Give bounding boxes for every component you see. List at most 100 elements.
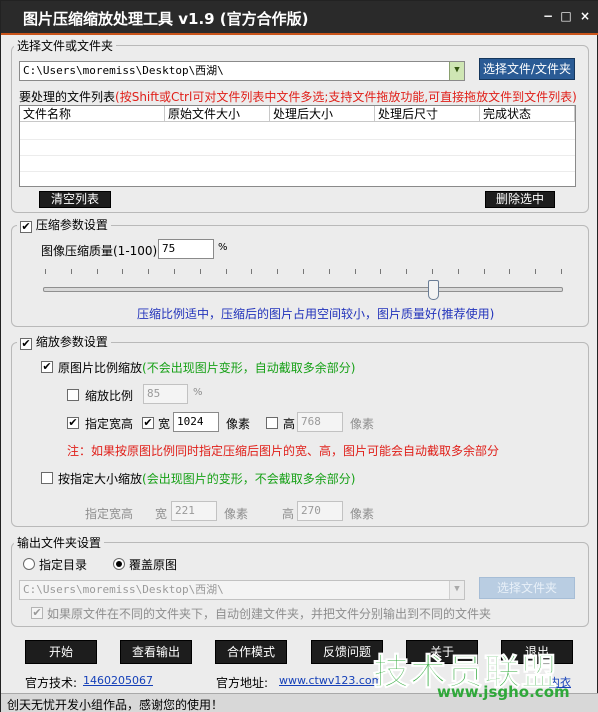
window-title: 图片压缩缩放处理工具 v1.9 (官方合作版) [23,10,309,28]
fixed-size-checkbox[interactable] [41,472,53,484]
slider-tick [380,269,382,274]
slider-tick [277,269,279,274]
col-status[interactable]: 完成状态 [480,106,575,122]
chevron-down-icon[interactable]: ▼ [449,62,464,80]
browse-files-button[interactable]: 选择文件/文件夹 [479,58,575,80]
file-list-label: 要处理的文件列表(按Shift或Ctrl可对文件列表中文件多选;支持文件拖放功能… [19,88,577,105]
scaling-enable-checkbox[interactable]: ✔ [20,338,32,350]
compression-title-wrap: ✔ 压缩参数设置 [17,216,111,233]
output-dir-label: 指定目录 [39,558,88,572]
title-bar[interactable]: 图片压缩缩放处理工具 v1.9 (官方合作版) − □ × [1,1,598,35]
slider-tick [535,269,537,274]
slider-tick [199,269,201,274]
maximize-icon[interactable]: □ [559,9,573,23]
scaling-warning: 注：如果按原图比例同时指定压缩后图片的宽、高，图片可能会自动截取多余部分 [67,444,500,458]
slider-tick [328,269,330,274]
fixed-size-label: 按指定大小缩放 [58,472,143,486]
slider-tick [251,269,253,274]
delete-selected-button[interactable]: 删除选中 [485,191,555,208]
ratio-label: 缩放比例 [85,389,134,403]
fixed-width-unit: 像素 [224,507,249,521]
col-original-size[interactable]: 原始文件大小 [165,106,270,122]
status-text: 创天无忧开发小组作品，感谢您的使用！ [7,698,224,712]
overwrite-label: 覆盖原图 [129,558,178,572]
app-window: 图片压缩缩放处理工具 v1.9 (官方合作版) − □ × 选择文件或文件夹 C… [0,0,598,712]
slider-tick [483,269,485,274]
col-processed-dimensions[interactable]: 处理后尺寸 [375,106,480,122]
fixed-size-note: (会出现图片的变形，不会截取多余部分) [142,472,356,486]
tech-support-link[interactable]: 1460205067 [83,674,153,687]
slider-tick [303,269,304,274]
view-output-button[interactable]: 查看输出 [120,640,192,664]
specify-size-checkbox[interactable]: ✔ [67,417,79,429]
quality-slider-thumb[interactable] [428,280,439,300]
source-path-value: C:\Users\moremiss\Desktop\西湖\ [23,64,224,77]
subfolder-checkbox[interactable]: ✔ [31,607,43,619]
compression-title: 压缩参数设置 [35,218,108,232]
width-input[interactable]: 1024 [173,412,219,432]
cooperation-mode-button[interactable]: 合作模式 [215,640,287,664]
width-checkbox[interactable]: ✔ [142,417,154,429]
slider-tick [96,269,98,274]
chevron-down-icon[interactable]: ▼ [449,581,464,599]
close-icon[interactable]: × [578,9,592,23]
file-select-title: 选择文件或文件夹 [14,37,117,54]
fixed-width-label: 宽 [155,507,168,521]
source-path-combo[interactable]: C:\Users\moremiss\Desktop\西湖\ ▼ [19,61,465,81]
quality-input[interactable]: 75 [158,239,214,259]
proportional-checkbox[interactable]: ✔ [41,361,53,373]
scaling-title: 缩放参数设置 [35,335,108,349]
output-dir-radio[interactable] [23,558,35,570]
minimize-icon[interactable]: − [541,9,555,23]
output-path-value: C:\Users\moremiss\Desktop\西湖\ [23,583,224,596]
fixed-specify-label: 指定宽高 [85,507,134,521]
width-label: 宽 [158,417,171,431]
watermark-url: www.jsgho.com [437,683,570,701]
ratio-checkbox[interactable] [67,389,79,401]
fixed-width-input[interactable]: 221 [171,501,217,521]
website-label: 官方地址: [216,676,269,690]
quality-slider-track[interactable] [43,287,563,292]
table-row-divider [20,155,575,156]
output-path-combo[interactable]: C:\Users\moremiss\Desktop\西湖\ ▼ [19,580,465,600]
proportional-label-wrap: 原图片比例缩放(不会出现图片变形，自动截取多余部分) [58,359,355,376]
file-list-table[interactable]: 文件名称 原始文件大小 处理后大小 处理后尺寸 完成状态 [19,105,576,187]
slider-tick [561,269,562,274]
website-link[interactable]: www.ctwv123.com [279,674,382,687]
slider-tick [174,269,175,274]
height-unit: 像素 [350,417,375,431]
slider-tick [122,269,124,274]
ratio-input[interactable]: 85 [143,384,188,404]
file-list-label-text: 要处理的文件列表 [19,90,116,104]
col-file-name[interactable]: 文件名称 [20,106,165,122]
overwrite-radio[interactable] [113,558,125,570]
slider-tick [70,269,72,274]
proportional-note: (不会出现图片变形，自动截取多余部分) [142,361,356,375]
slider-tick [432,269,433,274]
browse-output-button[interactable]: 选择文件夹 [479,577,575,599]
slider-tick [457,269,459,274]
height-input[interactable]: 768 [297,412,343,432]
file-list-hint: (按Shift或Ctrl可对文件列表中文件多选;支持文件拖放功能,可直接拖放文件… [115,90,577,104]
output-title: 输出文件夹设置 [14,534,105,551]
height-checkbox[interactable] [266,417,278,429]
compression-enable-checkbox[interactable]: ✔ [20,221,32,233]
ratio-unit: % [193,387,203,398]
table-row-divider [20,139,575,140]
slider-tick [509,269,511,274]
subfolder-label: 如果原文件在不同的文件夹下，自动创建文件夹，并把文件分别输出到不同的文件夹 [47,607,492,621]
clear-list-button[interactable]: 清空列表 [39,191,111,208]
specify-size-label: 指定宽高 [85,417,134,431]
scaling-title-wrap: ✔ 缩放参数设置 [17,333,111,350]
start-button[interactable]: 开始 [25,640,97,664]
slider-tick [45,269,46,274]
proportional-label: 原图片比例缩放 [58,361,143,375]
slider-tick [225,269,227,274]
fixed-height-label: 高 [282,507,295,521]
fixed-height-input[interactable]: 270 [297,501,343,521]
fixed-size-label-wrap: 按指定大小缩放(会出现图片的变形，不会截取多余部分) [58,470,355,487]
col-processed-size[interactable]: 处理后大小 [270,106,375,122]
quality-label: 图像压缩质量(1-100): [41,244,162,258]
table-row-divider [20,171,575,172]
fixed-height-unit: 像素 [350,507,375,521]
